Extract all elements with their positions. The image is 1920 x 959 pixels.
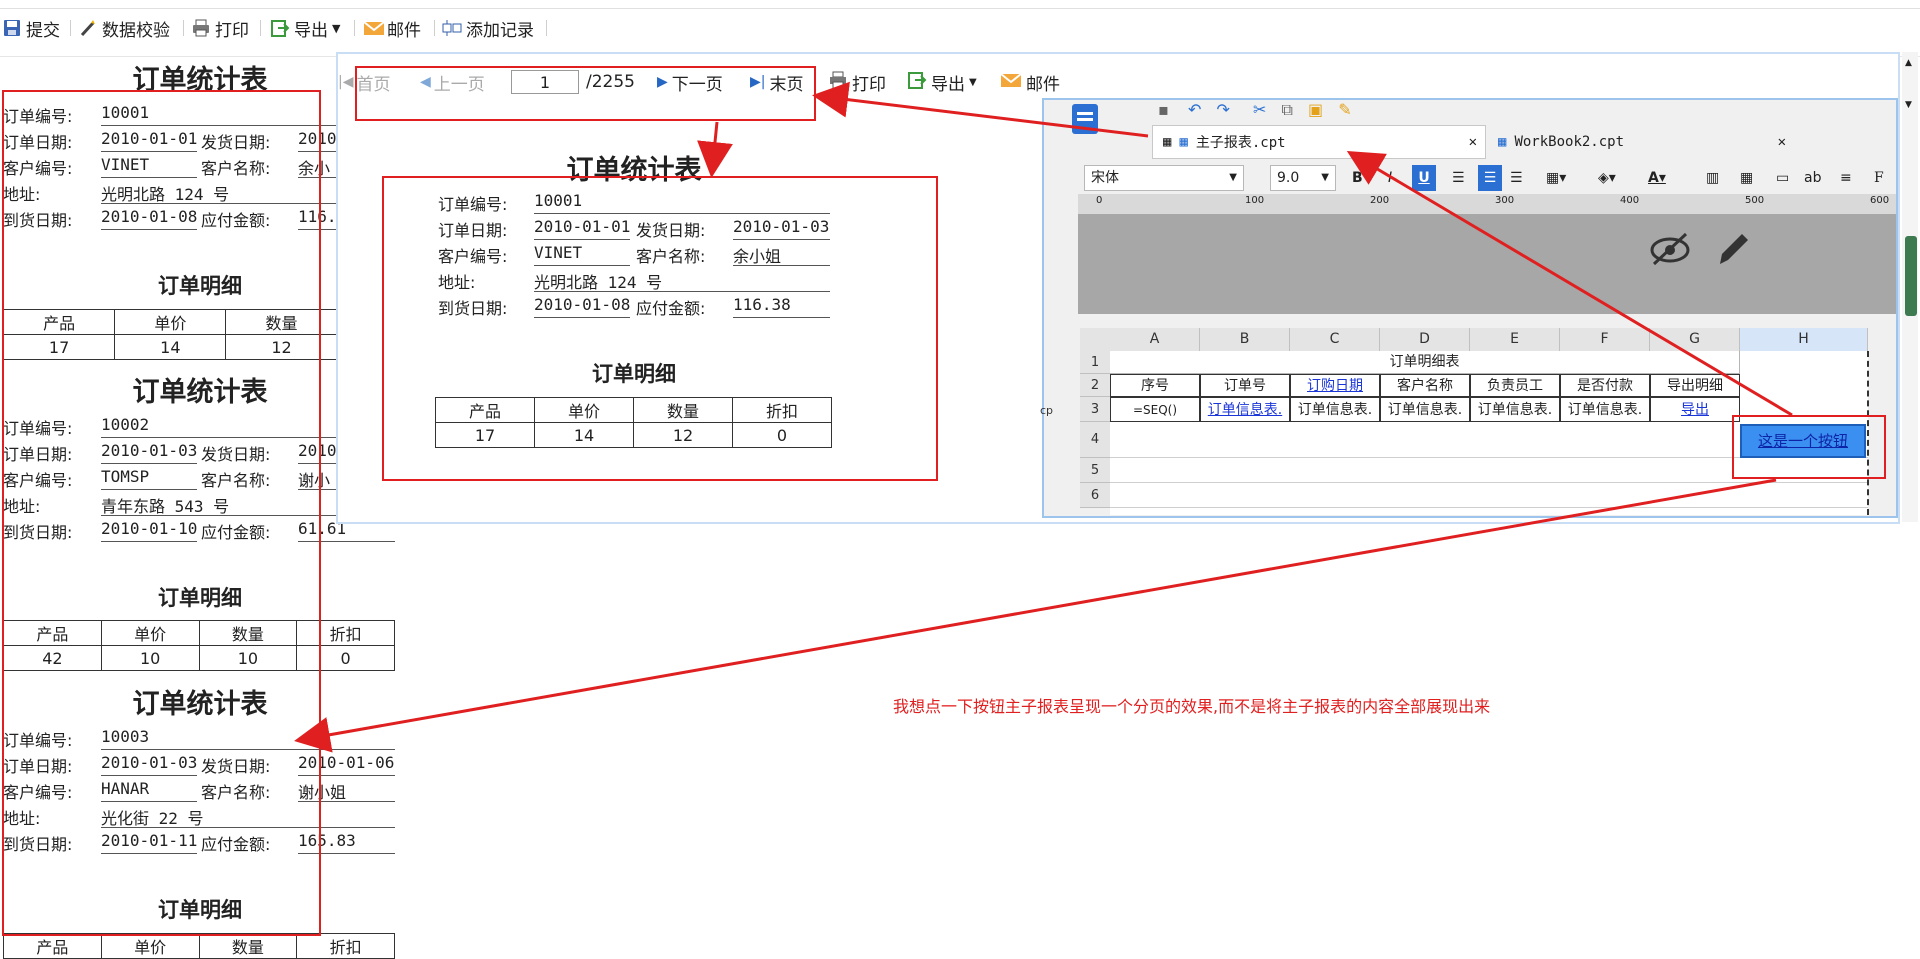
arrow-pager-to-report: [697, 121, 733, 178]
arrow-tab-to-pager: [812, 81, 1149, 138]
arrow-button-to-tab: [1346, 150, 1793, 417]
annotation-text: 我想点一下按钮主子报表呈现一个分页的效果,而不是将主子报表的内容全部展现出来: [893, 697, 1491, 716]
annotation-arrows: [294, 81, 1793, 753]
